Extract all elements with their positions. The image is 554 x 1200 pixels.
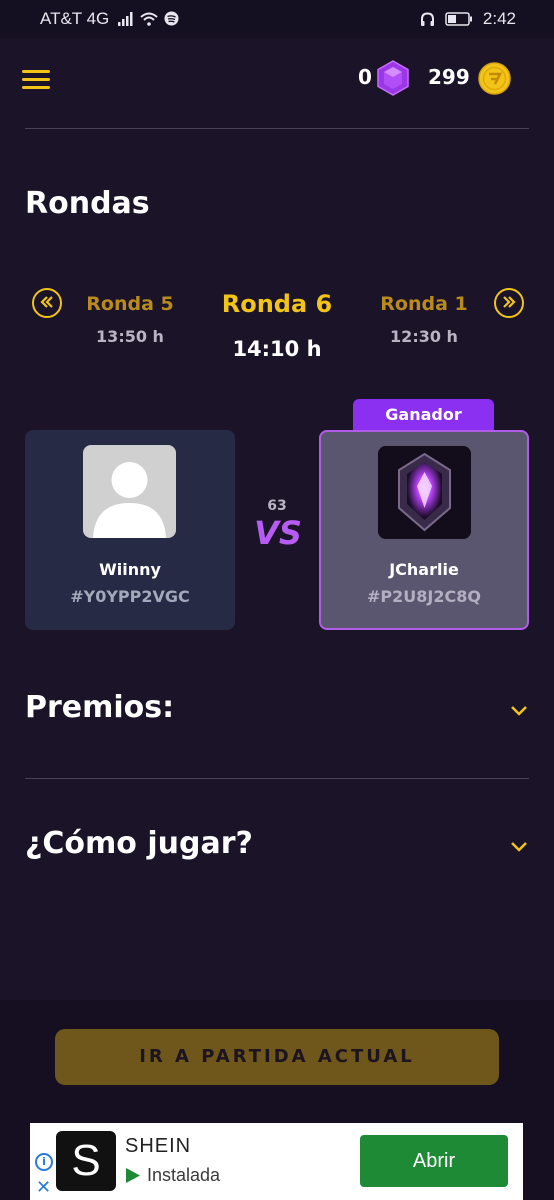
round-prev-name[interactable]: Ronda 5 <box>60 293 200 315</box>
crystal-badge-icon <box>378 446 471 539</box>
player1-avatar <box>83 445 176 538</box>
gem-icon <box>377 60 409 96</box>
section-divider <box>25 778 529 779</box>
chevron-down-icon <box>511 842 527 852</box>
carrier-label: AT&T 4G <box>40 9 110 28</box>
signal-icon <box>118 12 133 26</box>
how-to-play-title: ¿Cómo jugar? <box>25 826 253 861</box>
clock-label: 2:42 <box>482 9 516 28</box>
status-right: 2:42 <box>420 9 516 29</box>
match-score: 63 <box>267 498 287 514</box>
double-chevron-right-icon <box>503 296 516 308</box>
headphones-icon <box>420 11 434 26</box>
default-avatar-icon <box>93 462 166 538</box>
ad-open-button[interactable]: Abrir <box>360 1135 508 1187</box>
go-to-current-match-button[interactable]: IR A PARTIDA ACTUAL <box>55 1029 499 1085</box>
rounds-title: Rondas <box>25 186 150 221</box>
player1-card[interactable]: Wiinny #Y0YPP2VGC <box>25 430 235 630</box>
round-next-time: 12:30 h <box>390 327 458 346</box>
ad-info-icon[interactable]: i <box>35 1153 53 1171</box>
winner-badge: Ganador <box>353 399 494 430</box>
player1-tag: #Y0YPP2VGC <box>70 587 190 606</box>
status-bar: AT&T 4G 2:42 <box>0 0 554 38</box>
double-chevron-left-icon <box>40 296 53 308</box>
player2-avatar <box>378 446 471 539</box>
round-current-time: 14:10 h <box>232 337 322 361</box>
vs-label: VS <box>254 514 302 552</box>
player2-card[interactable]: JCharlie #P2U8J2C8Q <box>319 430 529 630</box>
app-header: 0 299 <box>0 38 554 128</box>
player2-name: JCharlie <box>389 560 459 579</box>
hamburger-menu-icon[interactable] <box>22 70 50 90</box>
battery-icon <box>445 12 472 26</box>
player1-name: Wiinny <box>99 560 161 579</box>
chevron-down-icon <box>511 706 527 716</box>
prizes-accordion[interactable]: Premios: <box>25 690 529 730</box>
round-next-name[interactable]: Ronda 1 <box>354 293 494 315</box>
ad-app-logo: S <box>56 1131 116 1191</box>
coins-count: 299 <box>428 65 470 89</box>
status-icons <box>118 11 179 26</box>
ad-app-name: SHEIN <box>125 1135 192 1157</box>
round-current-name[interactable]: Ronda 6 <box>207 290 347 318</box>
wifi-icon <box>140 12 158 26</box>
spotify-icon <box>164 11 179 26</box>
ad-banner[interactable]: i ✕ S SHEIN Instalada Abrir <box>30 1123 523 1200</box>
round-prev-time: 13:50 h <box>96 327 164 346</box>
player2-tag: #P2U8J2C8Q <box>367 587 481 606</box>
ad-status-label: Instalada <box>147 1165 221 1185</box>
play-store-icon <box>126 1168 140 1183</box>
next-round-button[interactable] <box>494 288 524 318</box>
ad-close-icon[interactable]: ✕ <box>36 1177 51 1198</box>
gems-count: 0 <box>358 65 372 89</box>
ad-status: Instalada <box>125 1165 220 1186</box>
header-divider <box>25 128 529 129</box>
how-to-play-accordion[interactable]: ¿Cómo jugar? <box>25 826 529 866</box>
prizes-title: Premios: <box>25 690 175 725</box>
prev-round-button[interactable] <box>32 288 62 318</box>
coin-icon <box>478 62 511 95</box>
